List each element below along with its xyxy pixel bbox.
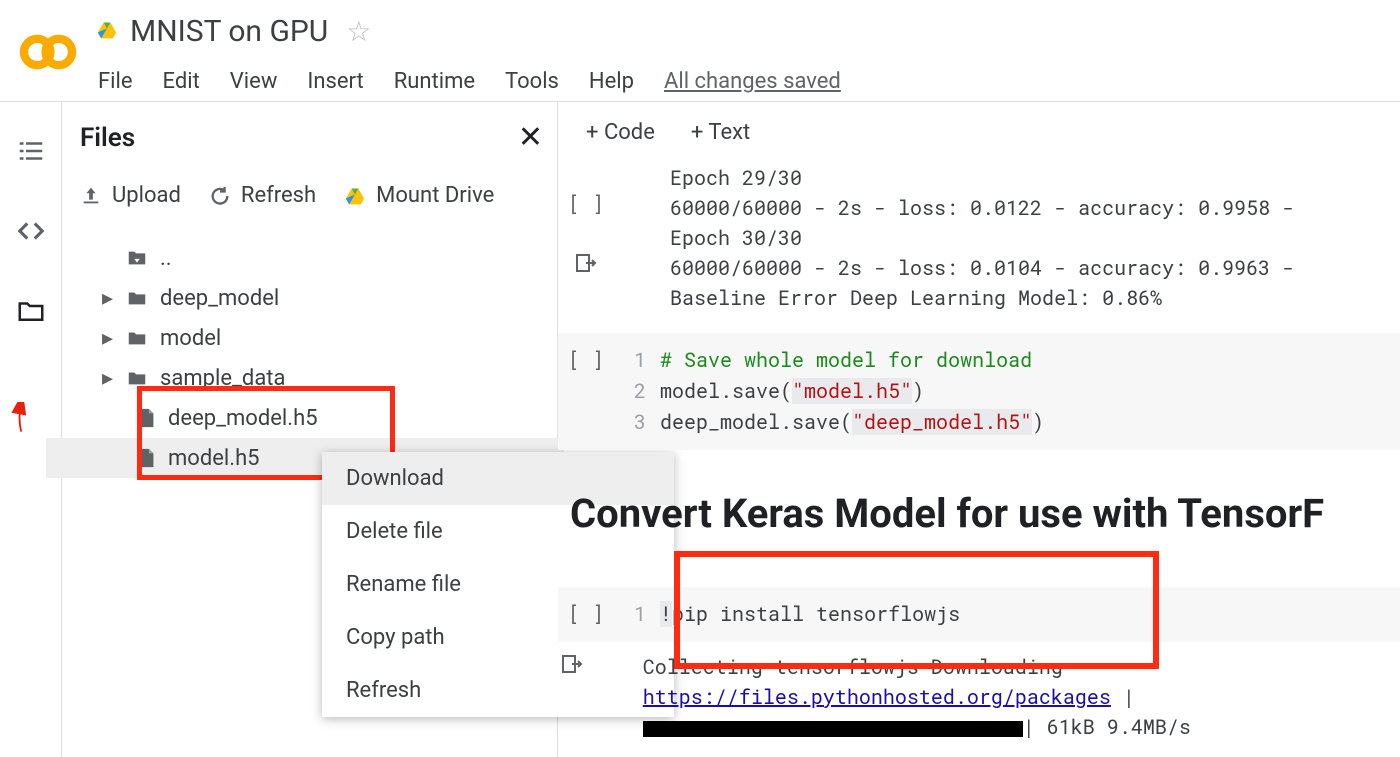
code-content[interactable]: !pip install tensorflowjs [660,599,960,630]
menu-edit[interactable]: Edit [163,69,200,94]
menu-file[interactable]: File [98,69,133,94]
save-status[interactable]: All changes saved [664,69,841,94]
menu-help[interactable]: Help [589,69,634,94]
mount-drive-button[interactable]: Mount Drive [344,183,494,208]
folder-label: model [160,326,221,351]
tree-folder-deep-model[interactable]: ▸ deep_model [102,278,557,318]
file-label: deep_model.h5 [168,406,318,431]
refresh-button[interactable]: Refresh [209,183,316,208]
cell-brackets[interactable]: [ ] [568,347,604,373]
folder-label: sample_data [160,366,285,391]
menu-tools[interactable]: Tools [505,69,559,94]
star-icon[interactable]: ☆ [346,15,371,48]
output-cell-2: Collecting tensorflowjs Downloading http… [558,642,1400,742]
progress-bar [643,721,1023,737]
code-snippets-icon[interactable] [16,216,46,250]
add-code-button[interactable]: + Code [586,120,655,145]
code-cell-2[interactable]: [ ] 1 !pip install tensorflowjs [558,587,1400,642]
cell-toolbar: + Code + Text [558,102,1400,163]
file-label: model.h5 [168,446,260,471]
menu-runtime[interactable]: Runtime [394,69,475,94]
notebook-title[interactable]: MNIST on GPU [130,14,328,49]
menu-insert[interactable]: Insert [307,69,363,94]
code-cell-1[interactable]: [ ] 123 # Save whole model for downloadm… [558,333,1400,450]
training-output: Epoch 29/30 60000/60000 - 2s - loss: 0.0… [614,163,1294,313]
folder-label: deep_model [160,286,279,311]
arrow-annotation [6,402,36,432]
close-icon[interactable]: ✕ [518,120,543,155]
output-arrow-icon[interactable] [574,251,598,275]
cell-brackets[interactable]: [ ] [568,601,604,627]
section-heading: Convert Keras Model for use with TensorF [558,450,1400,567]
files-icon[interactable] [16,296,46,330]
header: MNIST on GPU ☆ File Edit View Insert Run… [0,0,1400,102]
tree-folder-sample-data[interactable]: ▸ sample_data [102,358,557,398]
tree-file-deep-model-h5[interactable]: deep_model.h5 [102,398,557,438]
upload-button[interactable]: Upload [80,183,181,208]
line-numbers: 123 [614,345,660,438]
code-cell-1-wrap: [ ] 123 # Save whole model for downloadm… [558,333,1400,450]
line-numbers: 1 [614,599,660,630]
drive-icon [96,20,118,44]
tree-parent-label: .. [160,246,172,271]
refresh-label: Refresh [241,183,316,208]
output-arrow-icon[interactable] [560,652,584,676]
files-panel-title: Files [80,123,135,153]
file-tree: .. ▸ deep_model ▸ model ▸ sample_data de… [80,228,557,478]
toc-icon[interactable] [16,136,46,170]
menubar: File Edit View Insert Runtime Tools Help… [96,49,1388,104]
add-text-button[interactable]: + Text [691,120,750,145]
colab-logo [18,22,78,82]
upload-label: Upload [112,183,181,208]
pip-install-output: Collecting tensorflowjs Downloading http… [587,652,1400,742]
output-cell-1: [ ] Epoch 29/30 60000/60000 - 2s - loss:… [558,163,1400,313]
title-area: MNIST on GPU ☆ File Edit View Insert Run… [96,8,1388,104]
mount-label: Mount Drive [376,183,494,208]
tree-parent[interactable]: .. [102,238,557,278]
cell-brackets[interactable]: [ ] [558,191,614,217]
code-content[interactable]: # Save whole model for downloadmodel.sav… [660,345,1044,438]
tree-folder-model[interactable]: ▸ model [102,318,557,358]
left-rail [0,102,62,757]
main-area: + Code + Text [ ] Epoch 29/30 60000/6000… [558,102,1400,757]
body: Files ✕ Upload Refresh Mount Drive .. [0,102,1400,757]
download-link[interactable]: https://files.pythonhosted.org/packages [643,684,1111,710]
menu-view[interactable]: View [230,69,278,94]
files-panel: Files ✕ Upload Refresh Mount Drive .. [62,102,558,757]
